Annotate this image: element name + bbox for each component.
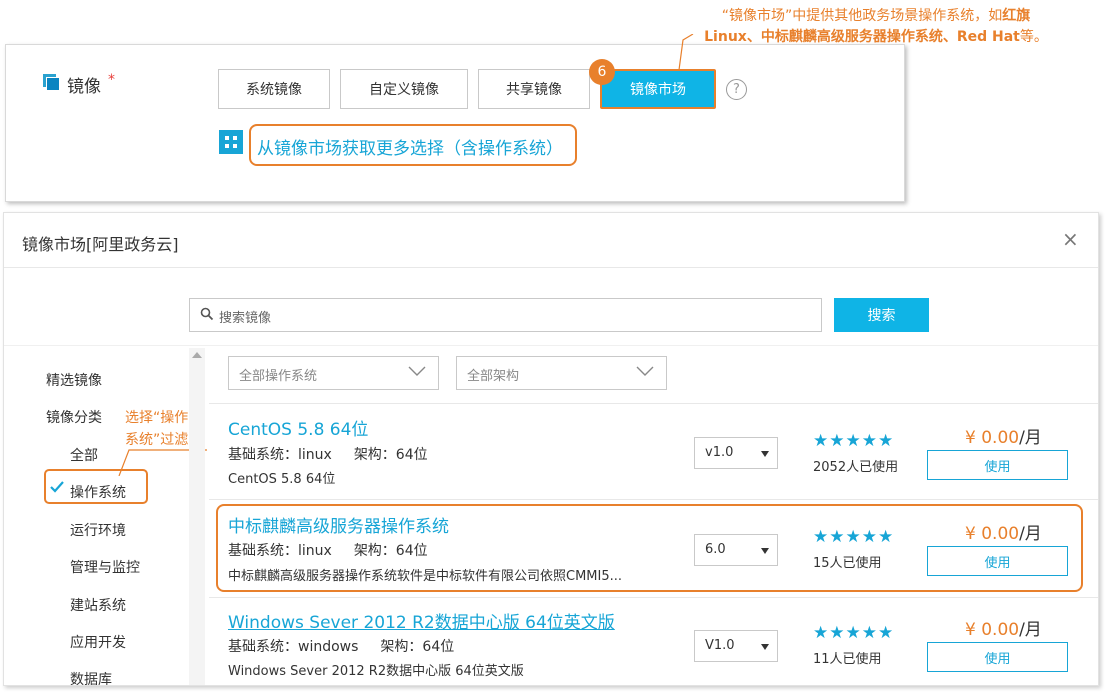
- chevron-down-icon: [636, 366, 654, 376]
- image-market-dialog: 镜像市场[阿里政务云] × 搜索镜像 搜索 精选镜像 镜像分类 全部 操作系统 …: [3, 212, 1099, 686]
- divider: [4, 267, 1098, 268]
- sidebar-item-website[interactable]: 建站系统: [70, 595, 126, 615]
- scrollbar[interactable]: [189, 348, 205, 685]
- use-button[interactable]: 使用: [927, 450, 1068, 480]
- image-title-link[interactable]: Windows Sever 2012 R2数据中心版 64位英文版: [228, 608, 615, 633]
- caret-down-icon: [761, 644, 769, 650]
- base-system: 基础系统：linux: [228, 543, 332, 559]
- checkmark-icon: [50, 481, 64, 493]
- image-stack-icon: [43, 74, 60, 91]
- callout-text: 等。: [1019, 29, 1048, 45]
- search-placeholder: 搜索镜像: [219, 311, 272, 326]
- use-button[interactable]: 使用: [927, 546, 1068, 576]
- price-value: ¥ 0.00: [965, 524, 1020, 544]
- tab-image-market[interactable]: 镜像市场: [600, 69, 716, 109]
- version-select[interactable]: v1.0: [694, 437, 778, 469]
- price: ¥ 0.00/月: [965, 615, 1042, 640]
- search-button[interactable]: 搜索: [834, 298, 929, 332]
- image-description: Windows Sever 2012 R2数据中心版 64位英文版: [228, 664, 524, 679]
- price-unit: /月: [1019, 428, 1042, 448]
- dialog-title: 镜像市场[阿里政务云]: [22, 235, 179, 254]
- sidebar-item-database[interactable]: 数据库: [70, 669, 112, 685]
- architecture: 架构：64位: [353, 447, 428, 463]
- price: ¥ 0.00/月: [965, 519, 1042, 544]
- divider: [4, 345, 1098, 346]
- version-value: 6.0: [705, 542, 726, 557]
- price: ¥ 0.00/月: [965, 423, 1042, 448]
- version-value: V1.0: [705, 638, 735, 653]
- image-title-link[interactable]: CentOS 5.8 64位: [228, 415, 368, 440]
- filter-value: 全部操作系统: [239, 369, 318, 384]
- tab-custom-image[interactable]: 自定义镜像: [340, 69, 468, 109]
- image-selection-panel: [5, 44, 905, 202]
- image-meta: 基础系统：linux 架构：64位: [228, 444, 428, 464]
- callout-annotation-top: “镜像市场”中提供其他政务场景操作系统，如红旗 Linux、中标麒麟高级服务器操…: [676, 6, 1076, 48]
- sidebar-item-os[interactable]: 操作系统: [70, 482, 126, 502]
- scroll-up-arrow-icon[interactable]: [192, 352, 202, 358]
- caret-down-icon: [761, 451, 769, 457]
- sidebar-item-appdev[interactable]: 应用开发: [70, 632, 126, 652]
- use-button[interactable]: 使用: [927, 642, 1068, 672]
- price-value: ¥ 0.00: [965, 620, 1020, 640]
- usage-count: 2052人已使用: [813, 460, 899, 475]
- architecture: 架构：64位: [353, 543, 428, 559]
- image-field-label: 镜像: [67, 77, 101, 97]
- required-mark: *: [108, 72, 115, 88]
- help-icon[interactable]: ?: [726, 79, 747, 100]
- version-select[interactable]: 6.0: [694, 534, 778, 566]
- callout-leader-line: [678, 34, 694, 70]
- grid-apps-icon: [219, 130, 243, 154]
- callout-text: “镜像市场”中提供其他政务场景操作系统，如: [721, 8, 1003, 24]
- usage-count: 11人已使用: [813, 652, 882, 667]
- callout-bold: 红旗: [1002, 8, 1031, 24]
- sidebar-item-runtime[interactable]: 运行环境: [70, 520, 126, 540]
- sidebar-featured[interactable]: 精选镜像: [46, 370, 102, 390]
- arch-filter-select[interactable]: 全部架构: [456, 356, 667, 390]
- rating-stars: ★★★★★: [813, 527, 895, 547]
- usage-count: 15人已使用: [813, 556, 882, 571]
- rating-stars: ★★★★★: [813, 623, 895, 643]
- image-description: 中标麒麟高级服务器操作系统软件是中标软件有限公司依照CMMI5...: [228, 569, 623, 584]
- filter-value: 全部架构: [467, 369, 520, 384]
- version-value: v1.0: [705, 445, 734, 460]
- architecture: 架构：64位: [380, 639, 455, 655]
- version-select[interactable]: V1.0: [694, 630, 778, 662]
- sidebar-item-all[interactable]: 全部: [70, 445, 98, 465]
- price-unit: /月: [1019, 620, 1042, 640]
- tab-shared-image[interactable]: 共享镜像: [478, 69, 590, 109]
- search-input[interactable]: 搜索镜像: [189, 298, 822, 332]
- price-unit: /月: [1019, 524, 1042, 544]
- sidebar-category: 镜像分类: [46, 410, 102, 426]
- divider: [209, 597, 1098, 598]
- search-icon: [200, 307, 214, 321]
- price-value: ¥ 0.00: [965, 428, 1020, 448]
- image-market-link[interactable]: 从镜像市场获取更多选择（含操作系统）: [257, 134, 563, 159]
- step-badge: 6: [589, 59, 615, 85]
- divider: [209, 403, 1098, 404]
- base-system: 基础系统：linux: [228, 447, 332, 463]
- caret-down-icon: [761, 548, 769, 554]
- chevron-down-icon: [408, 366, 426, 376]
- image-description: CentOS 5.8 64位: [228, 472, 336, 487]
- divider: [209, 499, 1098, 500]
- image-title-link[interactable]: 中标麒麟高级服务器操作系统: [228, 512, 449, 537]
- tab-system-image[interactable]: 系统镜像: [218, 69, 330, 109]
- image-meta: 基础系统：linux 架构：64位: [228, 540, 428, 560]
- sidebar-item-monitoring[interactable]: 管理与监控: [70, 557, 140, 577]
- callout-bold: Linux、中标麒麟高级服务器操作系统、Red Hat: [704, 29, 1020, 45]
- os-filter-select[interactable]: 全部操作系统: [228, 356, 439, 390]
- close-icon[interactable]: ×: [1062, 227, 1079, 251]
- rating-stars: ★★★★★: [813, 431, 895, 451]
- image-meta: 基础系统：windows 架构：64位: [228, 636, 454, 656]
- base-system: 基础系统：windows: [228, 639, 359, 655]
